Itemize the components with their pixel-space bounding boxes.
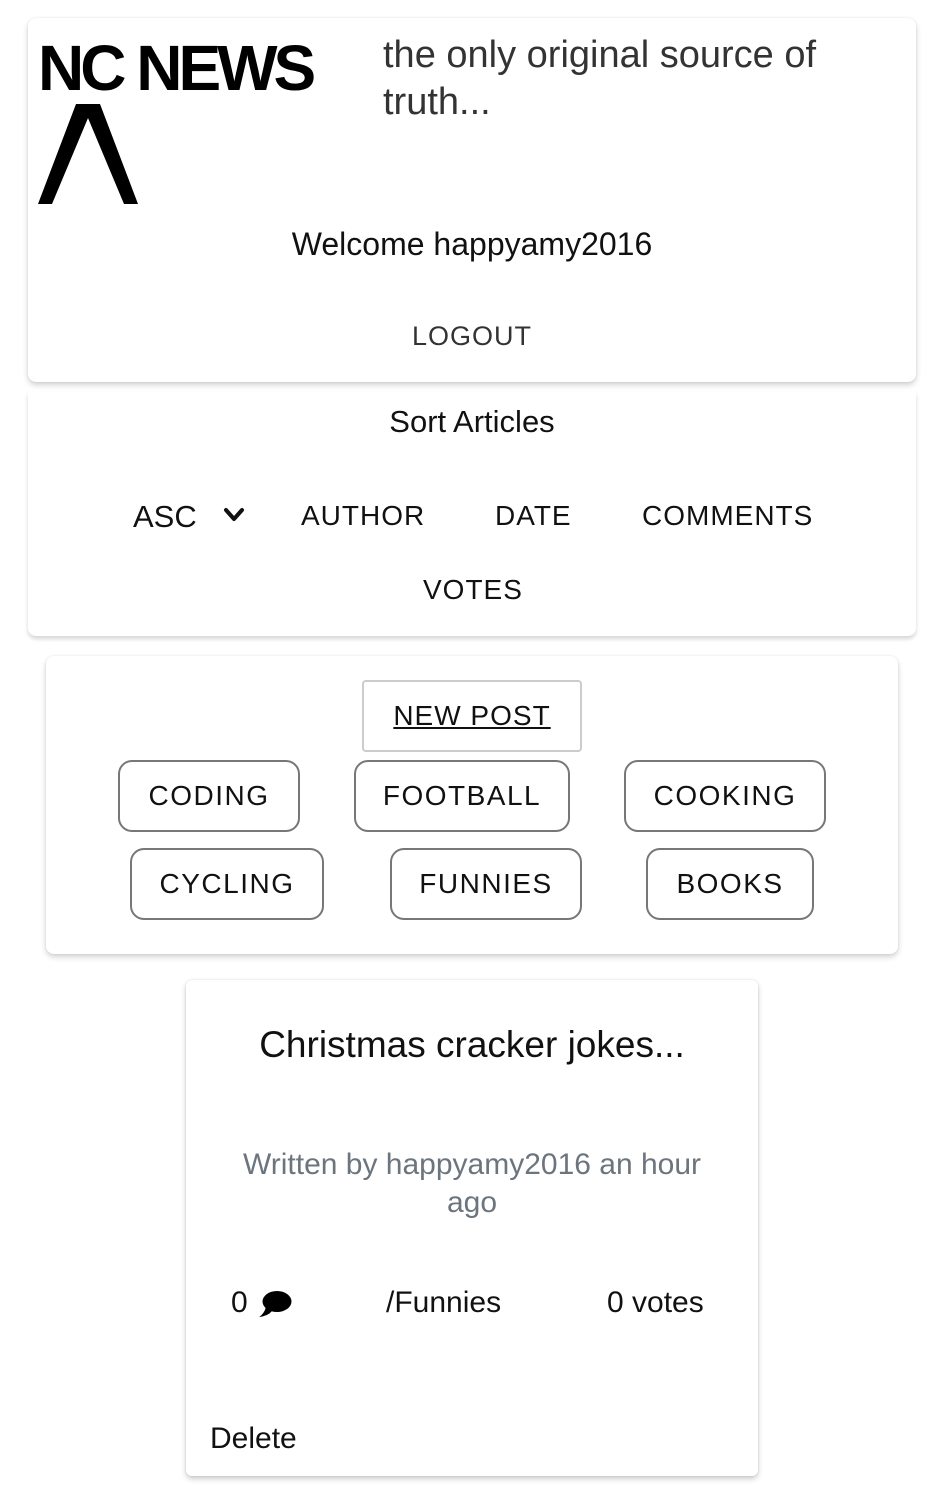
article-votes: 0 votes	[607, 1286, 704, 1319]
sort-order-value: ASC	[133, 499, 197, 534]
topics-panel: NEW POST CODING FOOTBALL COOKING CYCLING…	[46, 656, 898, 954]
speech-bubble-icon	[259, 1291, 292, 1317]
article-byline: Written by happyamy2016 an hour ago	[242, 1148, 702, 1219]
topic-coding-button[interactable]: CODING	[118, 760, 300, 832]
sort-date-button[interactable]: DATE	[495, 494, 572, 538]
sort-votes-button[interactable]: VOTES	[423, 568, 523, 612]
sort-comments-button[interactable]: COMMENTS	[642, 494, 813, 538]
article-card: Christmas cracker jokes... Written by ha…	[186, 980, 758, 1476]
sort-order-select[interactable]: ASC	[133, 497, 253, 537]
logout-button[interactable]: LOGOUT	[392, 314, 552, 358]
caret-up-icon[interactable]	[38, 104, 138, 204]
site-logo-text[interactable]: NC NEWS	[38, 36, 316, 100]
welcome-message: Welcome happyamy2016	[291, 226, 653, 262]
topic-funnies-button[interactable]: FUNNIES	[390, 848, 582, 920]
sort-panel: Sort Articles ASC AUTHOR DATE COMMENTS V…	[28, 392, 916, 636]
article-title[interactable]: Christmas cracker jokes...	[186, 1024, 758, 1066]
delete-article-button[interactable]: Delete	[210, 1422, 297, 1456]
topic-books-button[interactable]: BOOKS	[646, 848, 814, 920]
topic-cycling-button[interactable]: CYCLING	[130, 848, 324, 920]
new-post-button[interactable]: NEW POST	[362, 680, 582, 752]
sort-title: Sort Articles	[389, 404, 555, 439]
chevron-down-icon	[224, 508, 244, 521]
topic-football-button[interactable]: FOOTBALL	[354, 760, 570, 832]
sort-author-button[interactable]: AUTHOR	[301, 494, 425, 538]
site-tagline: the only original source of truth...	[383, 34, 817, 123]
article-topic-link[interactable]: /Funnies	[386, 1286, 501, 1320]
topic-cooking-button[interactable]: COOKING	[624, 760, 826, 832]
comment-count: 0	[231, 1286, 248, 1319]
header: NC NEWS the only original source of trut…	[28, 18, 916, 382]
